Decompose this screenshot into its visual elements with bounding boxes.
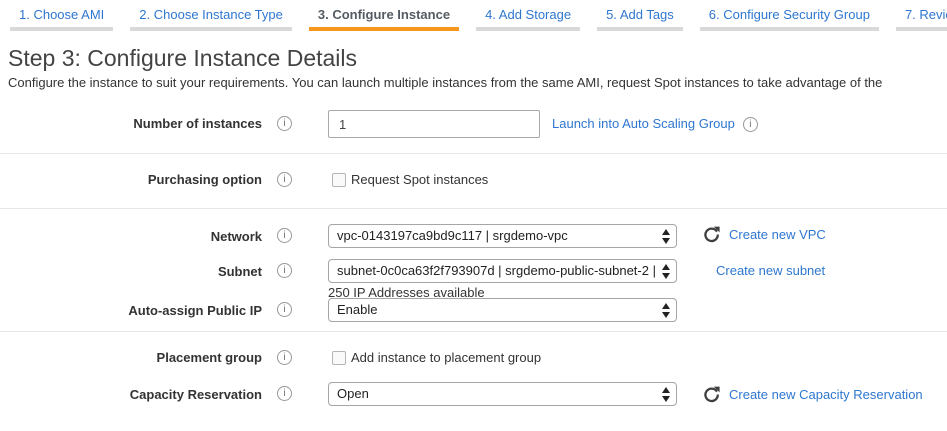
tab-configure-security-group[interactable]: 6. Configure Security Group [700,5,879,31]
tab-configure-instance[interactable]: 3. Configure Instance [309,5,459,31]
row-auto-assign-public-ip: Auto-assign Public IP Enable [0,298,947,322]
info-icon[interactable] [277,116,292,131]
auto-assign-public-ip-label: Auto-assign Public IP [0,298,262,318]
select-updown-icon [661,229,670,244]
section-network: Network vpc-0143197ca9bd9c117 | srgdemo-… [0,209,947,332]
row-placement-group: Placement group Add instance to placemen… [0,349,947,367]
create-new-capacity-reservation-link[interactable]: Create new Capacity Reservation [729,387,923,403]
purchasing-option-label: Purchasing option [0,171,262,187]
network-select[interactable]: vpc-0143197ca9bd9c117 | srgdemo-vpc [328,224,677,248]
create-new-subnet-link[interactable]: Create new subnet [716,263,825,278]
add-instance-to-placement-group-checkbox[interactable] [332,351,346,365]
row-subnet: Subnet subnet-0c0ca63f2f793907d | srgdem… [0,259,947,300]
create-new-vpc-link[interactable]: Create new VPC [729,227,826,243]
section-purchasing: Purchasing option Request Spot instances [0,154,947,209]
select-updown-icon [661,264,670,279]
auto-assign-public-ip-select[interactable]: Enable [328,298,677,322]
row-network: Network vpc-0143197ca9bd9c117 | srgdemo-… [0,224,947,248]
network-label: Network [0,224,262,244]
refresh-icon[interactable] [703,386,720,403]
wizard-step-tabs: 1. Choose AMI 2. Choose Instance Type 3.… [0,0,947,31]
page-description: Configure the instance to suit your requ… [8,75,947,90]
select-updown-icon [661,303,670,318]
info-icon[interactable] [277,263,292,278]
request-spot-instances-checkbox[interactable] [332,173,346,187]
placement-group-label: Placement group [0,349,262,365]
row-capacity-reservation: Capacity Reservation Open Create new Cap… [0,382,947,406]
row-purchasing-option: Purchasing option Request Spot instances [0,171,947,189]
tab-review[interactable]: 7. Review [896,5,947,31]
refresh-icon[interactable] [703,226,720,243]
info-icon[interactable] [277,172,292,187]
launch-into-auto-scaling-group-link[interactable]: Launch into Auto Scaling Group [552,116,735,132]
capacity-reservation-select[interactable]: Open [328,382,677,406]
info-icon[interactable] [277,228,292,243]
info-icon[interactable] [277,386,292,401]
subnet-select[interactable]: subnet-0c0ca63f2f793907d | srgdemo-publi… [328,259,677,283]
row-number-of-instances: Number of instances Launch into Auto Sca… [0,110,947,138]
select-updown-icon [661,387,670,402]
number-of-instances-input[interactable] [328,110,540,138]
request-spot-instances-label: Request Spot instances [351,171,488,189]
page-title: Step 3: Configure Instance Details [8,44,947,72]
section-placement: Placement group Add instance to placemen… [0,332,947,416]
info-icon[interactable] [277,350,292,365]
tab-choose-instance-type[interactable]: 2. Choose Instance Type [130,5,292,31]
subnet-label: Subnet [0,259,262,279]
capacity-reservation-label: Capacity Reservation [0,382,262,402]
number-of-instances-label: Number of instances [0,110,262,131]
add-instance-to-placement-group-label: Add instance to placement group [351,349,541,367]
info-icon[interactable] [743,117,758,132]
tab-choose-ami[interactable]: 1. Choose AMI [10,5,113,31]
section-instances: Number of instances Launch into Auto Sca… [0,90,947,154]
tab-add-tags[interactable]: 5. Add Tags [597,5,683,31]
tab-add-storage[interactable]: 4. Add Storage [476,5,580,31]
info-icon[interactable] [277,302,292,317]
